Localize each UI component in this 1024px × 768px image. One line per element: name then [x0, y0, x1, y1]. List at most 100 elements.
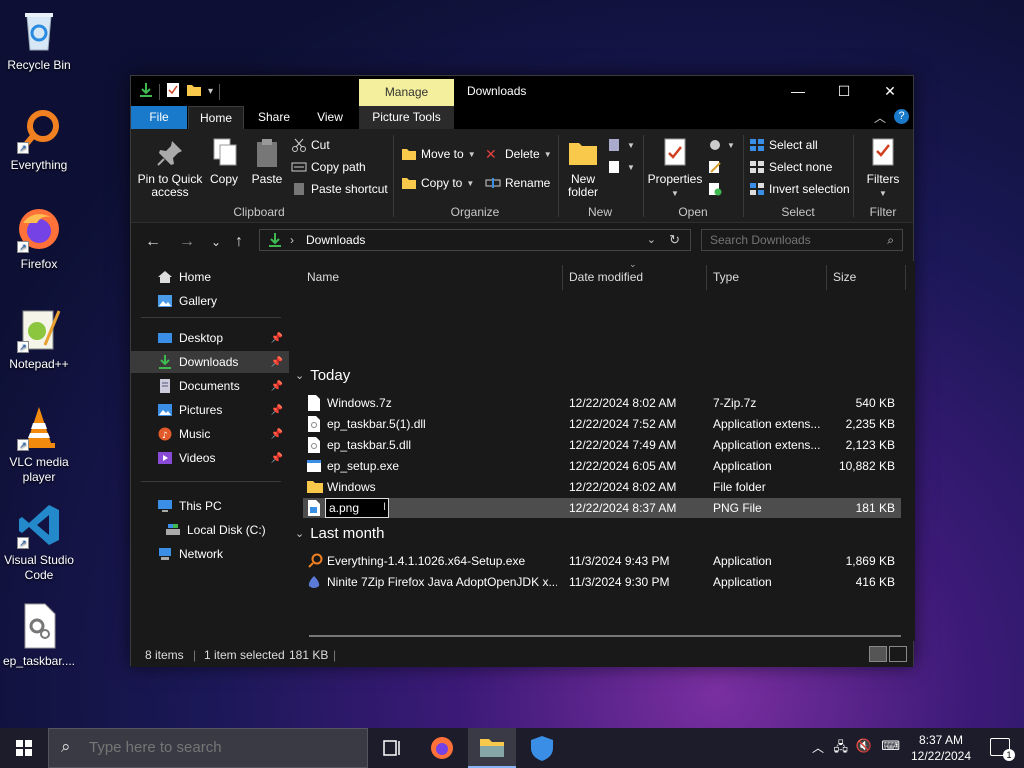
table-row[interactable]: Ninite 7Zip Firefox Java AdoptOpenJDK x.… — [303, 572, 901, 592]
column-header-size[interactable]: Size — [833, 265, 856, 290]
open-button[interactable]: ▼ — [707, 138, 735, 152]
network-tray-icon[interactable]: 🖧 — [834, 738, 849, 760]
volume-muted-icon[interactable]: 🔇 — [856, 738, 872, 754]
qat-customize-icon[interactable]: ▾ — [208, 86, 213, 97]
copy-to-label: Copy to — [421, 176, 463, 190]
maximize-button[interactable]: ☐ — [821, 76, 867, 106]
tab-home[interactable]: Home — [188, 106, 244, 129]
copy-button[interactable]: Copy — [205, 137, 243, 186]
nav-item-gallery[interactable]: Gallery — [131, 290, 289, 312]
minimize-button[interactable]: — — [775, 76, 821, 106]
column-header-name[interactable]: Name — [307, 265, 339, 290]
group-header-today[interactable]: ⌄ Today — [295, 367, 350, 384]
desktop-icon-everything[interactable]: ↗ Everything — [2, 106, 76, 173]
table-row[interactable]: Everything-1.4.1.1026.x64-Setup.exe 11/3… — [303, 551, 901, 571]
refresh-icon[interactable]: ↻ — [669, 232, 680, 248]
nav-item-downloads[interactable]: Downloads 📌 — [131, 351, 289, 373]
new-folder-button[interactable]: New folder — [565, 137, 601, 199]
help-icon[interactable]: ? — [894, 109, 909, 124]
notifications-icon[interactable]: 1 — [990, 738, 1015, 761]
up-arrow-icon[interactable]: ↑ — [235, 233, 243, 251]
desktop-icon-vlc[interactable]: ↗ VLC media player — [2, 403, 76, 485]
desktop-icon-firefox[interactable]: ↗ Firefox — [2, 205, 76, 272]
search-box[interactable]: ⌕ — [701, 229, 903, 251]
select-all-button[interactable]: Select all — [749, 138, 818, 152]
show-hidden-icons-chevron-icon[interactable]: ︿ — [812, 739, 824, 756]
tab-share[interactable]: Share — [249, 106, 299, 129]
table-row[interactable]: Windows.7z 12/22/2024 8:02 AM 7-Zip.7z 5… — [303, 393, 901, 413]
tab-picture-tools[interactable]: Picture Tools — [359, 106, 454, 129]
nav-item-desktop[interactable]: Desktop 📌 — [131, 327, 289, 349]
new-folder-qat-icon[interactable] — [186, 83, 202, 100]
copy-to-button[interactable]: Copy to ▼ — [401, 176, 474, 190]
address-path[interactable]: Downloads — [306, 233, 365, 247]
large-icons-view-button[interactable] — [889, 646, 907, 662]
paste-button[interactable]: Paste — [247, 137, 287, 186]
clock[interactable]: 8:37 AM 12/22/2024 — [906, 732, 976, 764]
edit-button[interactable] — [707, 160, 723, 174]
table-row[interactable]: Windows 12/22/2024 8:02 AM File folder — [303, 477, 901, 497]
properties-qat-icon[interactable] — [166, 82, 180, 101]
move-to-button[interactable]: Move to ▼ — [401, 147, 476, 161]
shortcut-arrow-icon: ↗ — [17, 142, 29, 154]
tab-view[interactable]: View — [305, 106, 355, 129]
details-view-button[interactable] — [869, 646, 887, 662]
forward-arrow-icon[interactable]: → — [179, 233, 195, 251]
copy-path-button[interactable]: Copy path — [291, 160, 366, 174]
tab-manage[interactable]: Manage — [359, 79, 454, 106]
task-view-button[interactable] — [368, 728, 416, 768]
recent-locations-chevron-icon[interactable]: ⌄ — [211, 235, 221, 249]
invert-selection-button[interactable]: Invert selection — [749, 182, 850, 196]
desktop-icon-ep-taskbar[interactable]: ep_taskbar.... — [2, 602, 76, 669]
history-button[interactable] — [707, 182, 723, 196]
pin-icon: 📌 — [270, 380, 283, 392]
cut-button[interactable]: Cut — [291, 138, 330, 152]
search-icon[interactable]: ⌕ — [887, 233, 894, 248]
paste-shortcut-button[interactable]: Paste shortcut — [291, 182, 388, 196]
table-row[interactable]: ep_taskbar.5.dll 12/22/2024 7:49 AM Appl… — [303, 435, 901, 455]
properties-button[interactable]: Properties ▼ — [647, 137, 703, 200]
keyboard-icon[interactable]: ⌨ — [881, 738, 900, 754]
delete-button[interactable]: ✕ Delete ▼ — [485, 147, 552, 161]
group-header-last-month[interactable]: ⌄ Last month — [295, 525, 384, 542]
easy-access-button[interactable]: ▼ — [607, 160, 635, 174]
nav-item-pictures[interactable]: Pictures 📌 — [131, 399, 289, 421]
desktop-icon-vscode[interactable]: ↗ Visual Studio Code — [2, 501, 76, 583]
rename-button[interactable]: Rename — [485, 176, 550, 190]
rename-input[interactable] — [325, 498, 389, 518]
nav-item-videos[interactable]: Videos 📌 — [131, 447, 289, 469]
start-button[interactable] — [0, 728, 48, 768]
search-input[interactable] — [702, 230, 872, 250]
back-arrow-icon[interactable]: ← — [145, 233, 161, 251]
filters-button[interactable]: Filters ▼ — [861, 137, 905, 200]
taskbar-file-explorer[interactable] — [468, 728, 516, 768]
nav-item-local-disk[interactable]: Local Disk (C:) — [131, 519, 289, 541]
taskbar-defender[interactable] — [518, 728, 566, 768]
desktop-icon-recycle-bin[interactable]: Recycle Bin — [2, 6, 76, 73]
select-none-button[interactable]: Select none — [749, 160, 832, 174]
archive-file-icon — [307, 395, 321, 411]
tab-file[interactable]: File — [131, 106, 187, 129]
table-row[interactable]: ep_taskbar.5(1).dll 12/22/2024 7:52 AM A… — [303, 414, 901, 434]
column-header-type[interactable]: Type — [713, 265, 739, 290]
nav-item-this-pc[interactable]: This PC — [131, 495, 289, 517]
desktop-icon-notepad-plus-plus[interactable]: ↗ Notepad++ — [2, 305, 76, 372]
address-dropdown-icon[interactable]: ⌄ — [647, 233, 656, 246]
nav-item-network[interactable]: Network — [131, 543, 289, 565]
table-row-selected[interactable]: I 12/22/2024 8:37 AM PNG File 181 KB — [303, 498, 901, 518]
address-bar[interactable]: › Downloads ⌄ ↻ — [259, 229, 691, 251]
copy-to-folder-icon — [401, 176, 417, 190]
table-row[interactable]: ep_setup.exe 12/22/2024 6:05 AM Applicat… — [303, 456, 901, 476]
nav-item-music[interactable]: ♪ Music 📌 — [131, 423, 289, 445]
horizontal-scrollbar[interactable] — [309, 635, 901, 637]
clock-date: 12/22/2024 — [910, 749, 972, 763]
collapse-ribbon-icon[interactable]: ︿ — [874, 109, 886, 126]
taskbar-search-input[interactable] — [89, 739, 349, 756]
pin-quick-access-button[interactable]: Pin to Quick access — [137, 137, 203, 199]
new-item-button[interactable]: ▼ — [607, 138, 635, 152]
close-button[interactable]: ✕ — [867, 76, 913, 106]
nav-item-documents[interactable]: Documents 📌 — [131, 375, 289, 397]
nav-item-home[interactable]: Home — [131, 266, 289, 288]
taskbar-search-box[interactable]: ⌕ — [48, 728, 368, 768]
taskbar-firefox[interactable] — [418, 728, 466, 768]
